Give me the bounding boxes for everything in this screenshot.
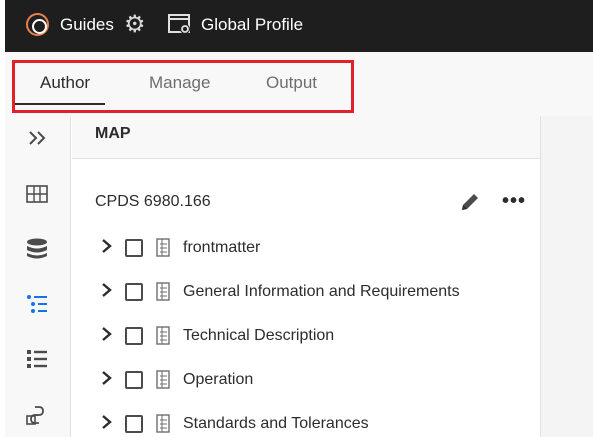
tab-manage[interactable]: Manage xyxy=(149,73,210,93)
row-label: Operation xyxy=(183,371,254,388)
document-icon xyxy=(156,238,172,257)
app-logo-icon[interactable] xyxy=(26,13,49,36)
tab-bar: Author Manage Output xyxy=(5,52,593,116)
left-rail xyxy=(5,116,71,437)
row-checkbox[interactable] xyxy=(125,283,143,301)
more-options-icon[interactable]: ••• xyxy=(502,191,526,211)
tab-author[interactable]: Author xyxy=(40,73,90,93)
row-label: Standards and Tolerances xyxy=(183,415,369,432)
gear-icon[interactable]: ⚙ xyxy=(124,11,146,39)
document-icon xyxy=(156,370,172,389)
row-checkbox[interactable] xyxy=(125,371,143,389)
chevron-right-icon[interactable] xyxy=(100,369,114,387)
chevron-right-icon[interactable] xyxy=(100,237,114,255)
profile-settings-icon[interactable] xyxy=(168,14,192,36)
active-tab-indicator xyxy=(15,103,105,105)
chevron-right-icon[interactable] xyxy=(100,325,114,343)
profile-title[interactable]: Global Profile xyxy=(201,15,303,35)
map-panel: MAP CPDS 6980.166 ••• frontmatter Genera… xyxy=(72,116,540,437)
app-header: Guides ⚙ Global Profile xyxy=(5,0,593,52)
row-label: frontmatter xyxy=(183,239,261,256)
tab-output[interactable]: Output xyxy=(266,73,317,93)
app-title[interactable]: Guides xyxy=(60,15,114,35)
list-item[interactable]: General Information and Requirements xyxy=(72,271,540,311)
row-checkbox[interactable] xyxy=(125,327,143,345)
list-item[interactable]: Operation xyxy=(72,359,540,399)
row-label: Technical Description xyxy=(183,327,335,344)
panel-header: MAP xyxy=(72,116,540,159)
document-icon xyxy=(156,326,172,345)
right-panel xyxy=(540,116,593,437)
row-label: General Information and Requirements xyxy=(183,283,460,300)
panel-title: MAP xyxy=(95,125,131,142)
list-item[interactable]: Standards and Tolerances xyxy=(72,403,540,437)
toc-icon[interactable] xyxy=(22,289,52,319)
database-icon[interactable] xyxy=(22,234,52,264)
map-name[interactable]: CPDS 6980.166 xyxy=(95,193,211,211)
document-icon xyxy=(156,414,172,433)
document-icon xyxy=(156,282,172,301)
list-item[interactable]: frontmatter xyxy=(72,227,540,267)
row-checkbox[interactable] xyxy=(125,239,143,257)
chevron-right-icon[interactable] xyxy=(100,281,114,299)
row-checkbox[interactable] xyxy=(125,415,143,433)
chevron-right-icon[interactable] xyxy=(100,413,114,431)
edit-pencil-icon[interactable] xyxy=(458,190,482,214)
expand-icon[interactable] xyxy=(22,123,52,153)
grid-icon[interactable] xyxy=(22,179,52,209)
link-icon[interactable] xyxy=(22,400,52,430)
list-item[interactable]: Technical Description xyxy=(72,315,540,355)
list-icon[interactable] xyxy=(22,344,52,374)
